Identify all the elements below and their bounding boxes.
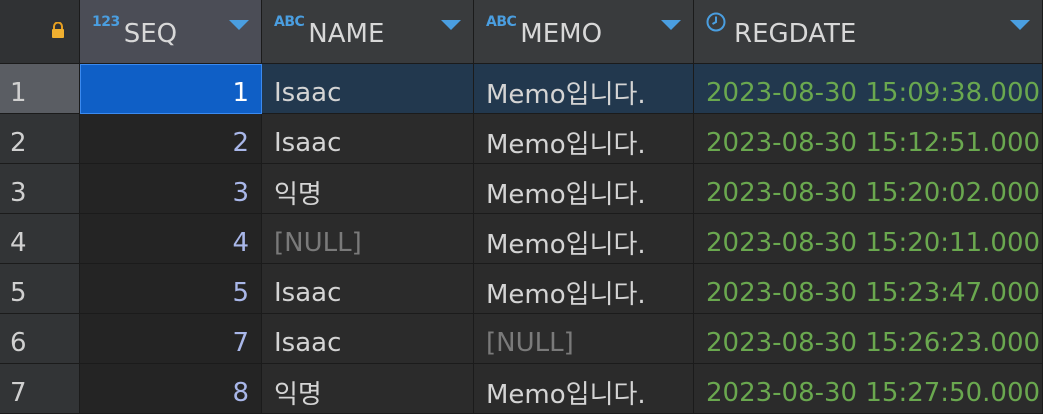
grid-corner[interactable] [0,0,80,64]
sort-dropdown-icon[interactable] [441,20,461,30]
result-grid: 123 SEQ ABC NAME ABC MEMO REGDATE 1 1 Is… [0,0,1043,414]
cell-seq[interactable]: 1 [80,64,262,114]
cell-seq[interactable]: 4 [80,214,262,264]
cell-memo[interactable]: Memo입니다. [474,364,694,414]
cell-name[interactable]: Isaac [262,64,474,114]
cell-name[interactable]: Isaac [262,314,474,364]
cell-name-null[interactable]: [NULL] [262,214,474,264]
column-header-regdate[interactable]: REGDATE [694,0,1043,64]
cell-memo[interactable]: Memo입니다. [474,64,694,114]
row-number[interactable]: 6 [0,314,80,364]
cell-seq[interactable]: 3 [80,164,262,214]
text-type-icon: ABC [274,14,305,30]
row-number[interactable]: 4 [0,214,80,264]
sort-dropdown-icon[interactable] [229,20,249,30]
cell-seq[interactable]: 8 [80,364,262,414]
cell-seq[interactable]: 7 [80,314,262,364]
row-number[interactable]: 1 [0,64,80,114]
cell-memo[interactable]: Memo입니다. [474,114,694,164]
cell-regdate[interactable]: 2023-08-30 15:09:38.000 [694,64,1043,114]
cell-name[interactable]: 익명 [262,364,474,414]
row-number[interactable]: 7 [0,364,80,414]
cell-regdate[interactable]: 2023-08-30 15:20:02.000 [694,164,1043,214]
column-label: MEMO [520,19,603,49]
row-number[interactable]: 2 [0,114,80,164]
column-header-name[interactable]: ABC NAME [262,0,474,64]
cell-name[interactable]: 익명 [262,164,474,214]
clock-icon [706,12,726,32]
cell-name[interactable]: Isaac [262,114,474,164]
cell-regdate[interactable]: 2023-08-30 15:26:23.000 [694,314,1043,364]
column-label: REGDATE [734,19,857,49]
cell-seq[interactable]: 5 [80,264,262,314]
cell-memo[interactable]: Memo입니다. [474,264,694,314]
row-number[interactable]: 5 [0,264,80,314]
sort-dropdown-icon[interactable] [1010,20,1030,30]
column-header-seq[interactable]: 123 SEQ [80,0,262,64]
cell-memo[interactable]: Memo입니다. [474,164,694,214]
cell-seq[interactable]: 2 [80,114,262,164]
cell-regdate[interactable]: 2023-08-30 15:20:11.000 [694,214,1043,264]
cell-regdate[interactable]: 2023-08-30 15:12:51.000 [694,114,1043,164]
text-type-icon: ABC [486,14,517,30]
row-number[interactable]: 3 [0,164,80,214]
numeric-type-icon: 123 [92,14,120,30]
column-label: SEQ [123,19,178,49]
column-label: NAME [308,19,385,49]
cell-name[interactable]: Isaac [262,264,474,314]
cell-regdate[interactable]: 2023-08-30 15:27:50.000 [694,364,1043,414]
cell-memo[interactable]: Memo입니다. [474,214,694,264]
cell-regdate[interactable]: 2023-08-30 15:23:47.000 [694,264,1043,314]
cell-memo-null[interactable]: [NULL] [474,314,694,364]
lock-icon [52,22,64,38]
column-header-memo[interactable]: ABC MEMO [474,0,694,64]
sort-dropdown-icon[interactable] [661,20,681,30]
